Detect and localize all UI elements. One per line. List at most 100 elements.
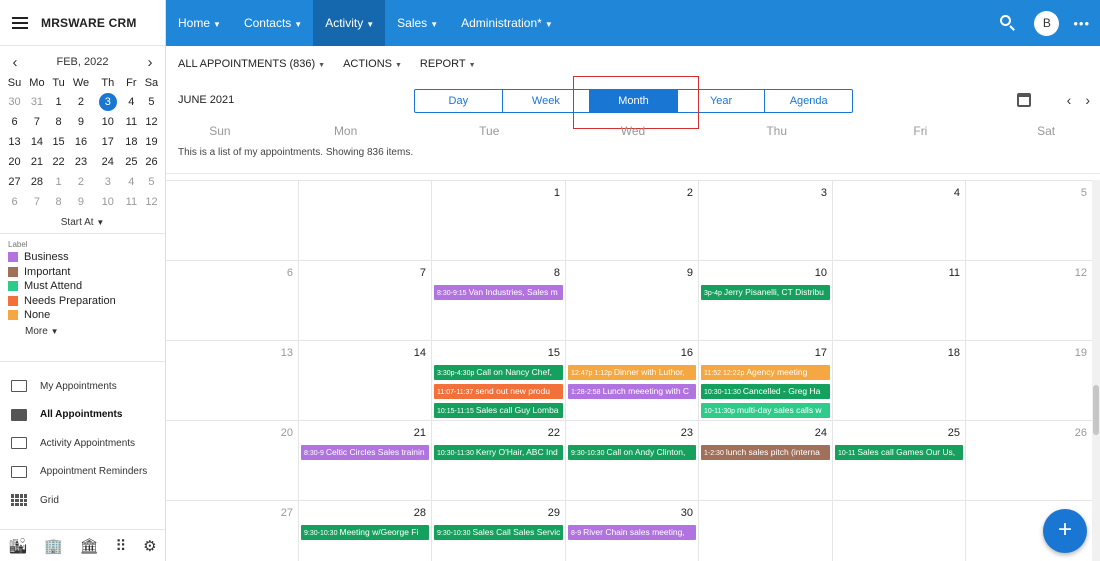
mini-calendar-next-icon[interactable]: › [143,54,157,71]
mini-day[interactable]: 10 [94,192,122,212]
day-cell[interactable]: 16 12:47p 1:12p Dinner with Luthor, 1:28-2:… [566,341,699,421]
mini-day[interactable]: 30 [4,92,25,112]
more-options-icon[interactable]: ••• [1073,16,1090,31]
day-cell[interactable]: 20 [166,421,299,501]
search-icon[interactable] [1000,15,1016,31]
mini-day[interactable]: 19 [141,132,162,152]
mini-day[interactable]: 15 [49,132,68,152]
mini-day[interactable]: 25 [122,152,141,172]
mini-day[interactable]: 11 [122,192,141,212]
mini-day[interactable]: 1 [49,172,68,192]
mini-day[interactable]: 4 [122,92,141,112]
user-avatar[interactable]: B [1034,10,1060,36]
day-cell[interactable]: 26 [966,421,1092,501]
mini-day[interactable]: 18 [122,132,141,152]
mini-day[interactable]: 1 [49,92,68,112]
label-needs-preparation[interactable]: Needs Preparation [8,294,157,309]
day-cell[interactable]: 7 [299,261,432,341]
companies-icon[interactable]: 🏙 [8,537,27,555]
appointment-event[interactable]: 9:30-10:30 Sales Call Sales Servic [434,525,563,540]
next-month-icon[interactable]: › [1085,92,1090,108]
appointment-event[interactable]: 8-9 River Chain sales meeting, [568,525,696,540]
tab-day[interactable]: Day [415,90,503,112]
appointment-event[interactable]: 1:28-2:58 Lunch meeeting with C [568,384,696,399]
label-none[interactable]: None [8,308,157,323]
nav-administration[interactable]: Administration* ▼ [449,0,564,46]
day-cell[interactable]: 10 3p-4p Jerry Pisanelli, CT Distribu [699,261,833,341]
day-cell[interactable] [166,181,299,261]
appointment-event[interactable]: 12:47p 1:12p Dinner with Luthor, [568,365,696,380]
mini-day[interactable]: 7 [25,112,49,132]
day-cell[interactable]: 5 [966,181,1092,261]
day-cell[interactable]: 8 8:30-9:15 Van Industries, Sales m [432,261,566,341]
appointment-event[interactable]: 8:30-9 Celtic Circles Sales trainin [301,445,429,460]
appointment-event[interactable]: 3:30p-4:30p Call on Nancy Chef, [434,365,563,380]
view-grid[interactable]: Grid [0,486,165,515]
day-cell[interactable]: 17 11:52 12:22p Agency meeting 10:30-11:30 C… [699,341,833,421]
nav-home[interactable]: Home ▼ [166,0,232,46]
appointment-event[interactable]: 10:30-11:30 Kerry O'Hair, ABC Ind [434,445,563,460]
appointment-event[interactable]: 10-11 Sales call Games Our Us, [835,445,963,460]
label-business[interactable]: Business [8,250,157,265]
day-cell[interactable]: 14 [299,341,432,421]
mini-calendar-title[interactable]: FEB, 2022 [57,56,109,68]
mini-day[interactable]: 9 [68,112,93,132]
appointment-event[interactable]: 10:15-11:15 Sales call Guy Lomba [434,403,563,418]
settings-gear-icon[interactable]: ⚙ [143,537,156,555]
hamburger-menu-icon[interactable] [12,16,28,29]
mini-day[interactable]: 21 [25,152,49,172]
day-cell[interactable]: 28 9:30-10:30 Meeting w/George Fi [299,501,432,561]
mini-day[interactable]: 17 [94,132,122,152]
appointment-event[interactable]: 9:30-10:30 Meeting w/George Fi [301,525,429,540]
day-cell[interactable]: 27 [166,501,299,561]
mini-day[interactable]: 24 [94,152,122,172]
tab-year[interactable]: Year [678,90,766,112]
nav-activity[interactable]: Activity ▼ [313,0,386,46]
mini-day[interactable]: 2 [68,172,93,192]
day-cell[interactable]: 21 8:30-9 Celtic Circles Sales trainin [299,421,432,501]
mini-day[interactable]: 5 [141,172,162,192]
day-cell[interactable]: 6 [166,261,299,341]
mini-day[interactable]: 7 [25,192,49,212]
mini-day[interactable]: 4 [122,172,141,192]
day-cell[interactable]: 11 [833,261,966,341]
report-dropdown[interactable]: REPORT ▼ [420,58,476,70]
day-cell[interactable]: 9 [566,261,699,341]
mini-day[interactable]: 6 [4,112,25,132]
day-cell[interactable]: 13 [166,341,299,421]
day-cell[interactable] [833,501,966,561]
day-cell[interactable]: 23 9:30-10:30 Call on Andy Clinton, [566,421,699,501]
calendar-today-icon[interactable] [1016,93,1031,107]
day-cell[interactable]: 19 [966,341,1092,421]
day-cell[interactable]: 15 3:30p-4:30p Call on Nancy Chef, 11:07-11… [432,341,566,421]
appointment-event[interactable]: 1-2:30 lunch sales pitch (interna [701,445,830,460]
tab-agenda[interactable]: Agenda [765,90,852,112]
mini-day[interactable]: 13 [4,132,25,152]
mini-day[interactable]: 3 [94,172,122,192]
mini-day[interactable]: 8 [49,112,68,132]
actions-dropdown[interactable]: ACTIONS ▼ [343,58,402,70]
day-cell[interactable]: 29 9:30-10:30 Sales Call Sales Servic [432,501,566,561]
day-cell[interactable]: 25 10-11 Sales call Games Our Us, [833,421,966,501]
day-cell[interactable]: 3 [699,181,833,261]
tab-week[interactable]: Week [503,90,591,112]
all-appointments-dropdown[interactable]: ALL APPOINTMENTS (836) ▼ [178,58,325,70]
mini-day[interactable]: 10 [94,112,122,132]
appointment-event[interactable]: 3p-4p Jerry Pisanelli, CT Distribu [701,285,830,300]
start-at-dropdown[interactable]: Start At ▼ [0,212,165,234]
mini-day[interactable]: 12 [141,192,162,212]
mini-day[interactable]: 9 [68,192,93,212]
appointment-event[interactable]: 10:30-11:30 Cancelled - Greg Ha [701,384,830,399]
tab-month[interactable]: Month [590,90,678,112]
building-icon[interactable]: 🏢 [44,537,63,555]
day-cell[interactable]: 1 [432,181,566,261]
mini-day[interactable]: 14 [25,132,49,152]
day-cell[interactable]: 24 1-2:30 lunch sales pitch (interna [699,421,833,501]
bank-icon[interactable]: 🏛 [80,537,99,555]
mini-day[interactable]: 11 [122,112,141,132]
appointment-event[interactable]: 11:07-11:37 send out new produ [434,384,563,399]
mini-day[interactable]: 12 [141,112,162,132]
mini-day[interactable]: 26 [141,152,162,172]
view-appointment-reminders[interactable]: Appointment Reminders [0,458,165,487]
apps-grid-icon[interactable]: ⠿ [115,537,126,555]
